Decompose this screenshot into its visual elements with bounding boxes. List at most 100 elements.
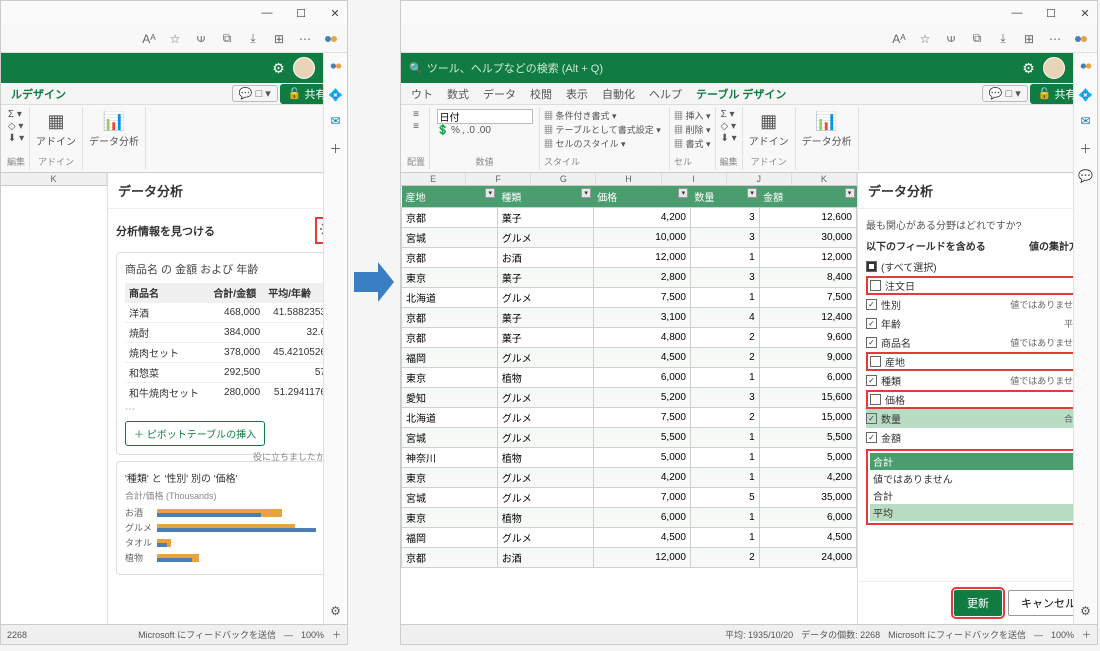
format-cells-button[interactable]: ▦ 書式 ▾ (674, 137, 711, 150)
tab-layout[interactable]: ウト (405, 84, 439, 104)
clear-icon[interactable]: ◇ ▾ (720, 121, 736, 132)
search-box[interactable]: 🔍 ツール、ヘルプなどの検索 (Alt + Q) (409, 60, 1014, 76)
clear-icon[interactable]: ◇ ▾ (8, 121, 24, 132)
table-row[interactable]: 愛知グルメ5,200315,600 (402, 388, 857, 408)
tab-view[interactable]: 表示 (560, 84, 594, 104)
comments-button[interactable]: 💬 □ ▾ (232, 85, 278, 102)
tab-data[interactable]: データ (477, 84, 522, 104)
rail-icon-1[interactable]: 💠 (328, 88, 343, 102)
outlook-rail-icon[interactable]: ✉ (1080, 114, 1090, 128)
field-価格[interactable]: 価格 (866, 390, 1089, 409)
favorite-icon[interactable]: ☆ (917, 31, 933, 47)
table-row[interactable]: 宮城グルメ5,50015,500 (402, 428, 857, 448)
minimize-button[interactable]: — (259, 5, 275, 21)
table-row[interactable]: 宮城グルメ10,000330,000 (402, 228, 857, 248)
feedback-link[interactable]: Microsoft にフィードバックを送信 (138, 628, 276, 641)
tab-help[interactable]: ヘルプ (643, 84, 688, 104)
more-icon[interactable]: ⋯ (297, 31, 313, 47)
table-row[interactable]: 東京菓子2,80038,400 (402, 268, 857, 288)
checkbox[interactable] (870, 394, 881, 405)
column-header[interactable]: 種類▾ (497, 186, 593, 208)
agg-option-notvalue[interactable]: 値ではありません (870, 470, 1085, 487)
column-header[interactable]: 産地▾ (402, 186, 498, 208)
addins-button[interactable]: ▦アドイン (747, 109, 791, 150)
insert-cells-button[interactable]: ▦ 挿入 ▾ (674, 109, 711, 122)
number-format-select[interactable] (437, 109, 533, 124)
delete-cells-button[interactable]: ▦ 削除 ▾ (674, 123, 711, 136)
checkbox[interactable] (866, 413, 877, 424)
data-table[interactable]: 産地▾種類▾価格▾数量▾金額▾ 京都菓子4,200312,600宮城グルメ10,… (401, 186, 857, 568)
table-row[interactable]: 神奈川植物5,00015,000 (402, 448, 857, 468)
comments-button[interactable]: 💬 □ ▾ (982, 85, 1028, 102)
tab-table-design[interactable]: テーブル デザイン (690, 84, 792, 104)
copilot-icon[interactable] (323, 31, 339, 47)
analyze-data-button[interactable]: 📊データ分析 (800, 109, 854, 150)
checkbox[interactable] (866, 299, 877, 310)
rail-settings-icon[interactable]: ⚙ (330, 604, 341, 618)
feedback-link[interactable]: Microsoft にフィードバックを送信 (888, 628, 1026, 641)
table-row[interactable]: 福岡グルメ4,50029,000 (402, 348, 857, 368)
copilot-rail-icon[interactable] (329, 59, 343, 76)
checkbox[interactable] (866, 337, 877, 348)
settings-icon[interactable]: ⚙ (1022, 60, 1035, 77)
text-size-icon[interactable]: Aᴬ (891, 31, 907, 47)
zoom-in[interactable]: ＋ (332, 628, 341, 641)
halign-icon[interactable]: ≡ (413, 121, 419, 132)
table-row[interactable]: 東京植物6,00016,000 (402, 368, 857, 388)
currency-icon[interactable]: 💲 (437, 125, 449, 136)
rail-add-icon[interactable]: ＋ (1079, 140, 1091, 157)
downloads-icon[interactable]: ⤓ (995, 31, 1011, 47)
field-年齢[interactable]: 年齢 平均 ▾ (866, 314, 1089, 333)
dec-dec-icon[interactable]: .00 (477, 125, 491, 136)
checkbox[interactable] (870, 280, 881, 291)
table-row[interactable]: 京都菓子4,200312,600 (402, 208, 857, 228)
settings-icon[interactable]: ⚙ (272, 60, 285, 77)
table-row[interactable]: 北海道グルメ7,500215,000 (402, 408, 857, 428)
addins-button[interactable]: ▦アドイン (34, 109, 78, 150)
zoom-in[interactable]: ＋ (1082, 628, 1091, 641)
table-row[interactable]: 京都菓子4,80029,600 (402, 328, 857, 348)
table-row[interactable]: 東京グルメ4,20014,200 (402, 468, 857, 488)
collections-icon[interactable]: ⟒ (943, 31, 959, 47)
field-注文日[interactable]: 注文日 (866, 276, 1089, 295)
aggregation-dropdown[interactable]: 合計▾ 値ではありません 合計 平均 (866, 449, 1089, 525)
dec-inc-icon[interactable]: .0 (467, 125, 475, 136)
field-金額[interactable]: 金額 (866, 428, 1089, 447)
field-数量[interactable]: 数量 合計 ▾ (866, 409, 1089, 428)
tabs-icon[interactable]: ⧉ (219, 31, 235, 47)
collections-icon[interactable]: ⟒ (193, 31, 209, 47)
column-header[interactable]: 数量▾ (690, 186, 759, 208)
tab-automate[interactable]: 自動化 (596, 84, 641, 104)
insert-pivot-button[interactable]: ＋ ピボットテーブルの挿入 (125, 421, 265, 446)
valign-icon[interactable]: ≡ (413, 109, 419, 120)
extensions-icon[interactable]: ⊞ (1021, 31, 1037, 47)
cell-style-button[interactable]: ▦ セルのスタイル ▾ (544, 137, 661, 150)
worksheet[interactable]: EFGHIJK 産地▾種類▾価格▾数量▾金額▾ 京都菓子4,200312,600… (401, 173, 857, 624)
table-row[interactable]: 京都お酒12,000224,000 (402, 548, 857, 568)
downloads-icon[interactable]: ⤓ (245, 31, 261, 47)
maximize-button[interactable]: ☐ (293, 5, 309, 21)
fill-icon[interactable]: ⬇ ▾ (8, 133, 24, 144)
maximize-button[interactable]: ☐ (1043, 5, 1059, 21)
copilot-rail-icon[interactable] (1079, 59, 1093, 76)
tabs-icon[interactable]: ⧉ (969, 31, 985, 47)
table-row[interactable]: 京都菓子3,100412,400 (402, 308, 857, 328)
table-row[interactable]: 東京植物6,00016,000 (402, 508, 857, 528)
field-select-all[interactable]: (すべて選択) (866, 257, 1089, 276)
agg-option-avg[interactable]: 平均 (870, 504, 1085, 521)
update-button[interactable]: 更新 (954, 590, 1002, 616)
column-header[interactable]: 金額▾ (759, 186, 856, 208)
close-button[interactable]: ✕ (1077, 5, 1093, 21)
field-種類[interactable]: 種類 値ではありません ▾ (866, 371, 1089, 390)
user-avatar[interactable] (1043, 57, 1065, 79)
autosum-icon[interactable]: Σ ▾ (720, 109, 734, 120)
fill-icon[interactable]: ⬇ ▾ (720, 133, 736, 144)
checkbox-select-all[interactable] (866, 261, 877, 272)
field-産地[interactable]: 産地 (866, 352, 1089, 371)
table-row[interactable]: 宮城グルメ7,000535,000 (402, 488, 857, 508)
table-row[interactable]: 北海道グルメ7,50017,500 (402, 288, 857, 308)
extensions-icon[interactable]: ⊞ (271, 31, 287, 47)
tab-table-design[interactable]: ルデザイン (5, 84, 72, 104)
copilot-icon[interactable] (1073, 31, 1089, 47)
percent-icon[interactable]: % (451, 125, 460, 136)
